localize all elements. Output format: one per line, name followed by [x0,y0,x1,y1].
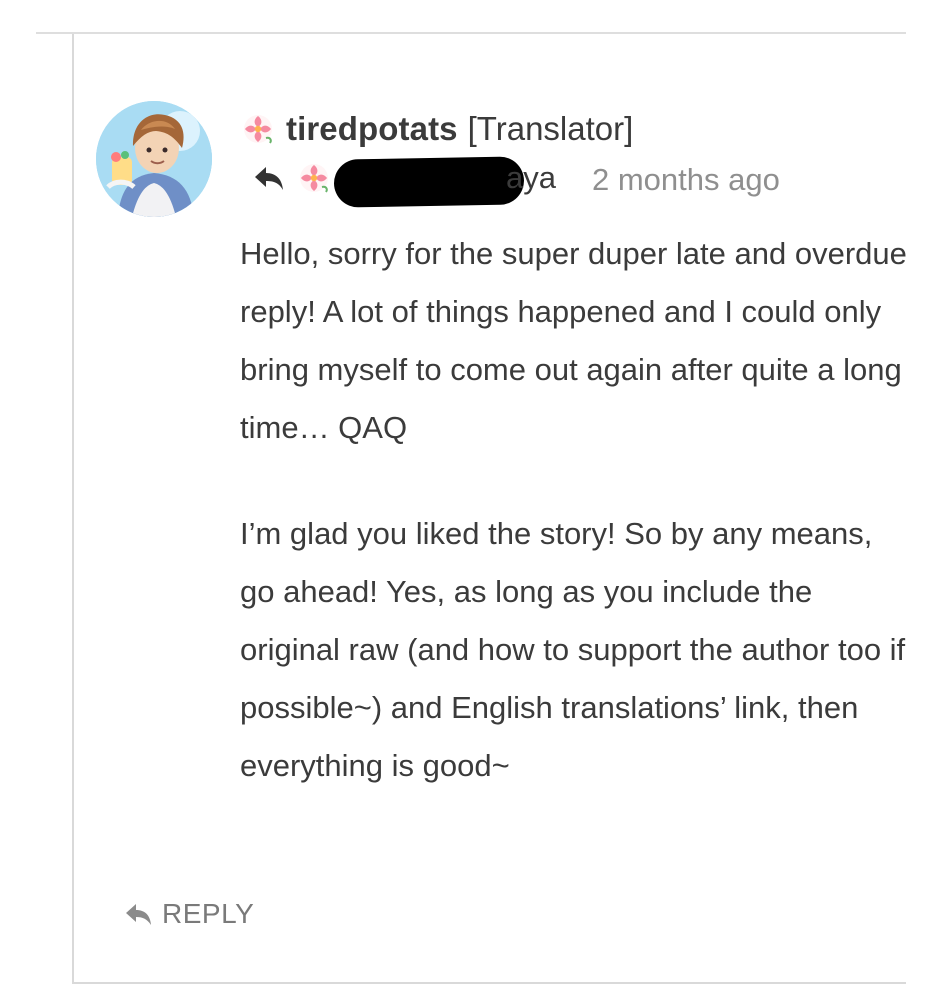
author-name[interactable]: tiredpotats [286,110,458,148]
hibiscus-flower-icon [240,111,276,147]
avatar-image [96,101,212,217]
reply-arrow-icon [124,901,154,927]
comment-header: tiredpotats [Translator] [240,108,880,150]
hibiscus-flower-icon [296,160,332,196]
comment-paragraph-1: Hello, sorry for the super duper late an… [240,236,907,445]
reply-button-label: REPLY [162,898,255,929]
reply-button[interactable]: REPLY [124,890,254,938]
reply-arrow-icon [252,163,286,193]
author-avatar[interactable] [96,101,212,217]
redacted-username-block [333,156,525,208]
comment-paragraph-2: I’m glad you liked the story! So by any … [240,516,906,783]
comment-timestamp[interactable]: 2 months ago [592,160,780,200]
comment-body: Hello, sorry for the super duper late an… [240,225,910,795]
reply-to-username[interactable]: aya [506,158,556,198]
author-role: [Translator] [467,110,634,147]
